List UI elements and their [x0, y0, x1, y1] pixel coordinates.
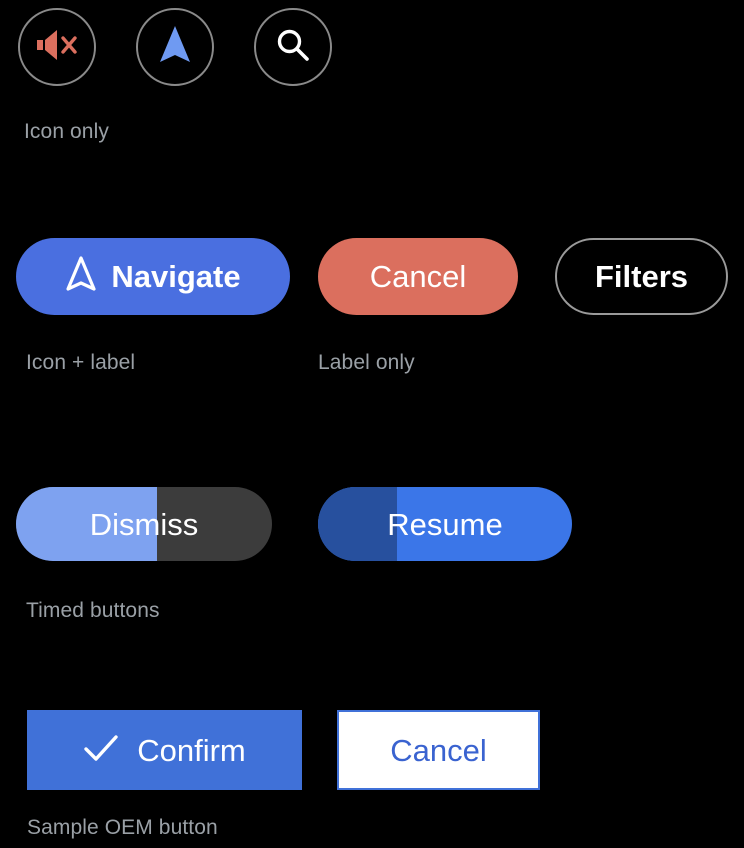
caption-icon-label: Icon + label	[26, 351, 136, 374]
confirm-button[interactable]: Confirm	[27, 710, 302, 790]
navigate-button[interactable]: Navigate	[16, 238, 290, 315]
caption-icon-only: Icon only	[24, 120, 109, 143]
resume-timed-button[interactable]: Resume	[318, 487, 572, 561]
resume-button-label: Resume	[387, 506, 503, 542]
caption-timed-buttons: Timed buttons	[26, 599, 160, 622]
cancel-button[interactable]: Cancel	[318, 238, 518, 315]
dismiss-timed-button[interactable]: Dismiss	[16, 487, 272, 561]
navigation-arrow-filled-icon	[157, 24, 193, 71]
caption-label-only: Label only	[318, 351, 415, 374]
screen-root: Icon only Navigate Cancel Filters Icon +…	[0, 0, 744, 848]
filters-button[interactable]: Filters	[555, 238, 728, 315]
cancel-oem-button-label: Cancel	[390, 732, 487, 768]
mute-icon-button[interactable]	[18, 8, 96, 86]
caption-oem-button: Sample OEM button	[27, 816, 218, 839]
dismiss-button-label: Dismiss	[89, 506, 199, 542]
cancel-oem-button[interactable]: Cancel	[337, 710, 540, 790]
search-icon-button[interactable]	[254, 8, 332, 86]
cancel-button-label: Cancel	[369, 259, 467, 294]
check-icon	[83, 733, 119, 768]
search-icon	[273, 25, 313, 70]
resume-progress-fill	[318, 487, 397, 561]
navigation-arrow-outline-icon	[65, 255, 97, 298]
volume-off-icon	[34, 25, 80, 70]
confirm-button-label: Confirm	[137, 732, 246, 768]
icon-only-button-row	[0, 0, 744, 100]
filters-button-label: Filters	[594, 259, 689, 294]
navigate-button-label: Navigate	[111, 259, 241, 294]
navigate-icon-button[interactable]	[136, 8, 214, 86]
